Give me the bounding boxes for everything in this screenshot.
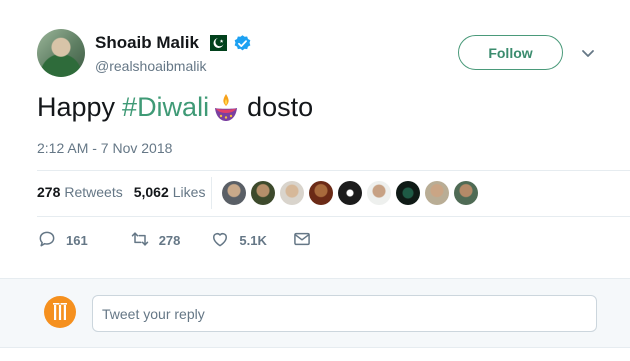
reply-count[interactable]: 161 xyxy=(66,233,88,248)
hashtag-link[interactable]: #Diwali xyxy=(122,92,209,123)
cricket-wickets-icon xyxy=(53,303,67,320)
divider xyxy=(37,170,630,171)
liker-avatar[interactable] xyxy=(280,181,304,205)
liker-avatar[interactable] xyxy=(425,181,449,205)
heart-icon[interactable] xyxy=(210,229,230,252)
liker-avatars xyxy=(222,181,478,205)
envelope-icon[interactable] xyxy=(292,229,312,252)
like-action[interactable]: 5.1K xyxy=(210,229,267,252)
author-avatar[interactable] xyxy=(37,29,85,77)
pakistan-flag-icon xyxy=(204,35,227,51)
liker-avatar[interactable] xyxy=(251,181,275,205)
next-item-edge xyxy=(0,347,630,361)
liker-avatar[interactable] xyxy=(222,181,246,205)
divider xyxy=(37,216,630,217)
chevron-down-icon[interactable] xyxy=(580,46,596,58)
liker-avatar[interactable] xyxy=(396,181,420,205)
stats-separator xyxy=(211,177,212,209)
reply-composer xyxy=(0,278,630,347)
author-name-row: Shoaib Malik xyxy=(95,32,252,54)
retweets-label[interactable]: Retweets xyxy=(64,184,122,200)
reply-input[interactable] xyxy=(92,295,597,332)
tweet-text-prefix: Happy xyxy=(37,92,116,122)
liker-avatar[interactable] xyxy=(309,181,333,205)
liker-avatar[interactable] xyxy=(454,181,478,205)
retweet-icon[interactable] xyxy=(130,229,150,252)
retweet-action[interactable]: 278 xyxy=(130,229,181,252)
author-display-name[interactable]: Shoaib Malik xyxy=(95,33,199,53)
current-user-avatar[interactable] xyxy=(44,296,76,328)
tweet-timestamp[interactable]: 2:12 AM - 7 Nov 2018 xyxy=(37,140,172,156)
tweet-text-suffix: dosto xyxy=(247,92,314,122)
likes-label[interactable]: Likes xyxy=(173,184,206,200)
retweet-count[interactable]: 278 xyxy=(159,233,181,248)
reply-action[interactable]: 161 xyxy=(37,229,88,252)
like-count[interactable]: 5.1K xyxy=(239,233,266,248)
diya-lamp-icon xyxy=(213,93,239,123)
liker-avatar[interactable] xyxy=(338,181,362,205)
direct-message-action[interactable] xyxy=(292,229,312,252)
tweet-text: Happy #Diwali dosto xyxy=(37,92,313,123)
tweet-actions: 161 278 5.1K xyxy=(37,229,312,252)
author-handle[interactable]: @realshoaibmalik xyxy=(95,58,206,74)
tweet-card: Shoaib Malik @realshoaibmalik Follow Hap… xyxy=(0,0,630,278)
likes-count[interactable]: 5,062 xyxy=(134,184,169,200)
tweet-stats: 278 Retweets 5,062 Likes xyxy=(37,184,205,200)
follow-button[interactable]: Follow xyxy=(458,35,563,70)
verified-badge-icon xyxy=(233,34,252,53)
reply-icon[interactable] xyxy=(37,229,57,252)
liker-avatar[interactable] xyxy=(367,181,391,205)
retweets-count[interactable]: 278 xyxy=(37,184,60,200)
